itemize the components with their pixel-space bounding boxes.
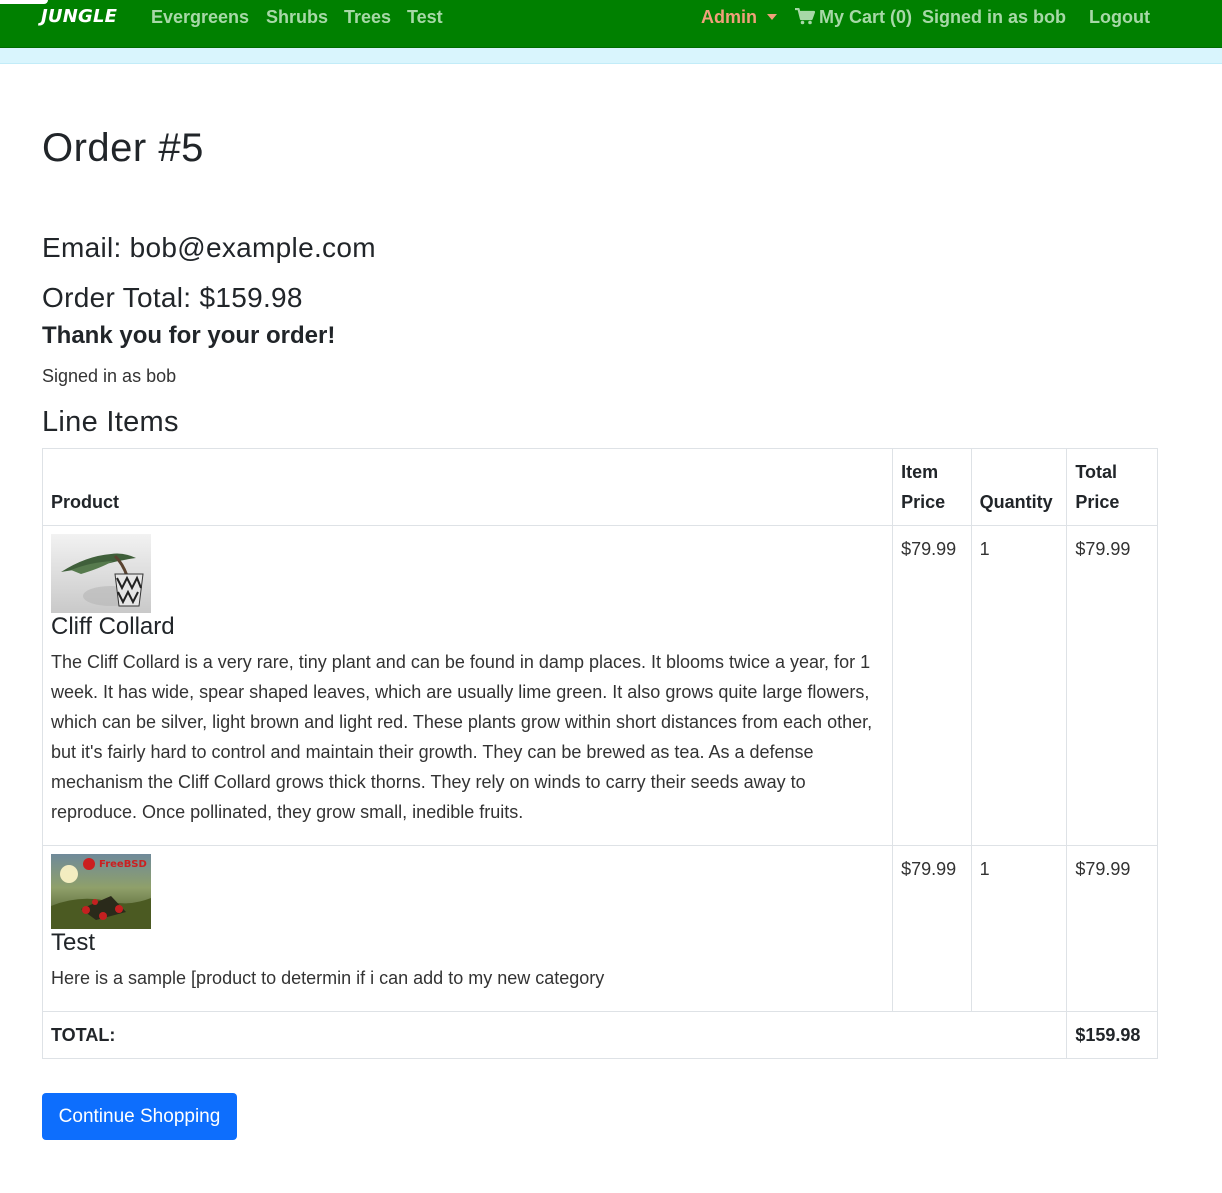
total-label: TOTAL: xyxy=(41,1011,1068,1059)
column-header-quantity: Quantity xyxy=(970,448,1068,526)
top-navbar: JUNGLE Evergreens Shrubs Trees Test Admi… xyxy=(0,0,1222,48)
table-total-row: TOTAL: $159.98 xyxy=(41,1011,1158,1059)
item-price-cell: $79.99 xyxy=(892,845,972,1012)
page-title: Order #5 xyxy=(42,126,204,170)
my-cart-link[interactable]: My Cart (0) xyxy=(795,5,912,29)
my-cart-label: My Cart (0) xyxy=(819,7,913,27)
chevron-down-icon xyxy=(767,14,777,20)
table-header-row: Product Item Price Quantity Total Price xyxy=(41,448,1158,526)
item-price-cell: $79.99 xyxy=(892,525,972,846)
signed-in-status: Signed in as bob xyxy=(922,7,1067,27)
brand-tab-decoration xyxy=(0,0,48,4)
admin-dropdown[interactable]: Admin xyxy=(701,5,777,29)
order-email: Email: bob@example.com xyxy=(42,232,376,263)
continue-shopping-button[interactable]: Continue Shopping xyxy=(42,1093,237,1140)
admin-label: Admin xyxy=(701,7,757,27)
total-price-cell: $79.99 xyxy=(1066,525,1158,846)
product-description: The Cliff Collard is a very rare, tiny p… xyxy=(51,652,873,822)
line-items-heading: Line Items xyxy=(42,406,179,438)
quantity-cell: 1 xyxy=(970,845,1068,1012)
shopping-cart-icon xyxy=(795,8,815,25)
flash-bar xyxy=(0,48,1222,64)
freebsd-wallpaper-image: FreeBSD xyxy=(51,854,151,929)
nav-link-shrubs[interactable]: Shrubs xyxy=(266,5,328,29)
column-header-total-price: Total Price xyxy=(1066,448,1158,526)
quantity-cell: 1 xyxy=(970,525,1068,846)
brand-logo[interactable]: JUNGLE xyxy=(41,5,117,29)
column-header-item-price: Item Price xyxy=(892,448,972,526)
bonsai-plant-image xyxy=(51,534,151,613)
nav-link-test[interactable]: Test xyxy=(407,5,443,29)
freebsd-logo-text: FreeBSD xyxy=(99,859,147,870)
total-price-cell: $79.99 xyxy=(1066,845,1158,1012)
total-value: $159.98 xyxy=(1066,1011,1158,1059)
product-name: Test xyxy=(51,929,96,956)
nav-link-trees[interactable]: Trees xyxy=(344,5,391,29)
table-row: FreeBSD Test Here is a sample [product t… xyxy=(41,845,1158,1012)
table-row: Cliff Collard The Cliff Collard is a ver… xyxy=(41,525,1158,846)
product-cell: Cliff Collard The Cliff Collard is a ver… xyxy=(41,525,894,846)
product-name: Cliff Collard xyxy=(51,613,175,640)
order-total: Order Total: $159.98 xyxy=(42,282,303,313)
logout-link[interactable]: Logout xyxy=(1089,5,1150,29)
product-cell: FreeBSD Test Here is a sample [product t… xyxy=(41,845,894,1012)
nav-link-evergreens[interactable]: Evergreens xyxy=(151,5,249,29)
signed-in-text: Signed in as bob xyxy=(42,366,177,386)
line-items-table: Product Item Price Quantity Total Price xyxy=(41,448,1158,1059)
column-header-product: Product xyxy=(41,448,894,526)
thank-you-message: Thank you for your order! xyxy=(42,322,336,349)
product-description: Here is a sample [product to determin if… xyxy=(51,968,605,988)
